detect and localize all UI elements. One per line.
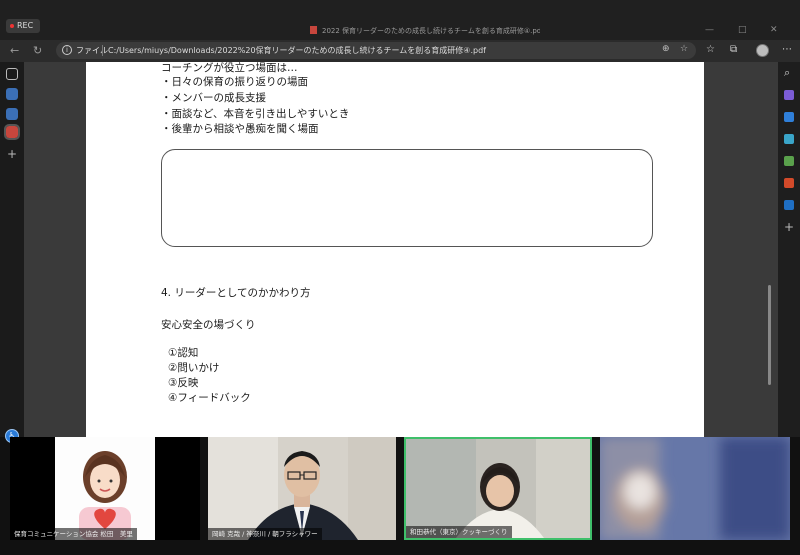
answer-box <box>161 149 653 247</box>
games-icon[interactable] <box>784 156 794 166</box>
active-pdf-tab-icon[interactable] <box>4 124 20 140</box>
more-menu-icon[interactable]: ⋯ <box>782 44 792 55</box>
step-item: ①認知 <box>168 347 199 359</box>
maximize-icon[interactable]: □ <box>738 25 747 35</box>
add-icon[interactable]: + <box>784 221 794 233</box>
copilot-icon[interactable] <box>784 90 794 100</box>
favorites-icon[interactable]: ☆ <box>706 44 715 55</box>
tools-icon[interactable] <box>784 134 794 144</box>
doc-line: ・日々の保育の振り返りの場面 <box>161 76 308 88</box>
step-item: ②問いかけ <box>168 362 220 374</box>
subheading: 安心安全の場づくり <box>161 319 256 331</box>
window-title-text: 2022 保育リーダーのための成長し続けるチームを創る育成研修④.pdf <box>322 27 540 35</box>
edge-sidebar: ⌕ + <box>778 62 800 442</box>
vertical-tabs-sidebar: + <box>0 62 24 442</box>
info-icon[interactable]: i <box>62 45 72 55</box>
recording-indicator[interactable]: REC <box>6 19 40 33</box>
participant-video <box>406 439 590 538</box>
rec-label: REC <box>17 21 34 30</box>
participant-tile-active-speaker[interactable]: 和田恭代（東京）クッキーづくり <box>404 437 592 540</box>
outlook-icon[interactable] <box>784 200 794 210</box>
participant-tile-blurred[interactable] <box>600 437 790 540</box>
back-icon[interactable]: ← <box>10 44 19 57</box>
shopping-icon[interactable] <box>784 112 794 122</box>
participant-name: 岡崎 克哉 / 神奈川 / 朝フラシャワー <box>208 528 322 540</box>
pdf-page: コーチングが役立つ場面は… ・日々の保育の振り返りの場面 ・メンバーの成長支援 … <box>86 62 704 437</box>
tab-icon[interactable] <box>6 108 18 120</box>
read-aloud-icon[interactable]: ☆ <box>680 44 688 54</box>
doc-line: ・後輩から相談や愚痴を聞く場面 <box>161 123 319 135</box>
woman-illustration-icon <box>79 451 131 540</box>
record-dot-icon <box>10 23 14 28</box>
address-bar[interactable]: i ファイル C:/Users/miuys/Downloads/2022%20保… <box>56 42 696 59</box>
participant-video <box>208 437 396 540</box>
refresh-icon[interactable]: ↻ <box>33 44 42 57</box>
illustrated-avatar <box>55 437 155 540</box>
participant-tile[interactable]: 保育コミュニケーション協会 松田 美里 <box>10 437 200 540</box>
step-item: ④フィードバック <box>168 392 251 404</box>
doc-line: ・面談など、本音を引き出しやすいとき <box>161 108 350 120</box>
office-icon[interactable] <box>784 178 794 188</box>
participant-name: 保育コミュニケーション協会 松田 美里 <box>10 528 137 540</box>
zoom-icon[interactable]: ⊕ <box>662 44 670 54</box>
section-heading: 4. リーダーとしてのかかわり方 <box>161 287 311 299</box>
participant-tile[interactable]: 岡崎 克哉 / 神奈川 / 朝フラシャワー <box>208 437 396 540</box>
close-icon[interactable]: ✕ <box>770 25 778 35</box>
doc-line: ・メンバーの成長支援 <box>161 92 266 104</box>
doc-line: コーチングが役立つ場面は… <box>161 62 298 74</box>
collections-icon[interactable]: ⧉ <box>730 44 737 55</box>
screen: REC 2022 保育リーダーのための成長し続けるチームを創る育成研修④.pdf… <box>0 0 800 555</box>
blurred-video <box>600 437 790 540</box>
url-text[interactable]: C:/Users/miuys/Downloads/2022%20保育リーダーのた… <box>108 45 486 56</box>
scrollbar[interactable] <box>766 75 772 430</box>
tab-actions-icon[interactable] <box>6 68 18 80</box>
title-bar: REC 2022 保育リーダーのための成長し続けるチームを創る育成研修④.pdf… <box>0 0 800 40</box>
minimize-icon[interactable]: — <box>705 25 714 35</box>
participant-name: 和田恭代（東京）クッキーづくり <box>406 526 512 538</box>
profile-avatar[interactable] <box>756 44 769 57</box>
tab-icon[interactable] <box>6 88 18 100</box>
url-separator <box>102 45 103 56</box>
pdf-icon <box>310 26 317 34</box>
scroll-thumb[interactable] <box>768 285 771 385</box>
window-title: 2022 保育リーダーのための成長し続けるチームを創る育成研修④.pdf <box>310 26 540 36</box>
pdf-viewer: コーチングが役立つ場面は… ・日々の保育の振り返りの場面 ・メンバーの成長支援 … <box>24 62 778 437</box>
address-toolbar: ← ↻ i ファイル C:/Users/miuys/Downloads/2022… <box>0 40 800 62</box>
step-item: ③反映 <box>168 377 199 389</box>
file-scheme-label: ファイル <box>76 46 108 55</box>
search-icon[interactable]: ⌕ <box>784 67 794 78</box>
new-tab-icon[interactable]: + <box>6 148 18 160</box>
